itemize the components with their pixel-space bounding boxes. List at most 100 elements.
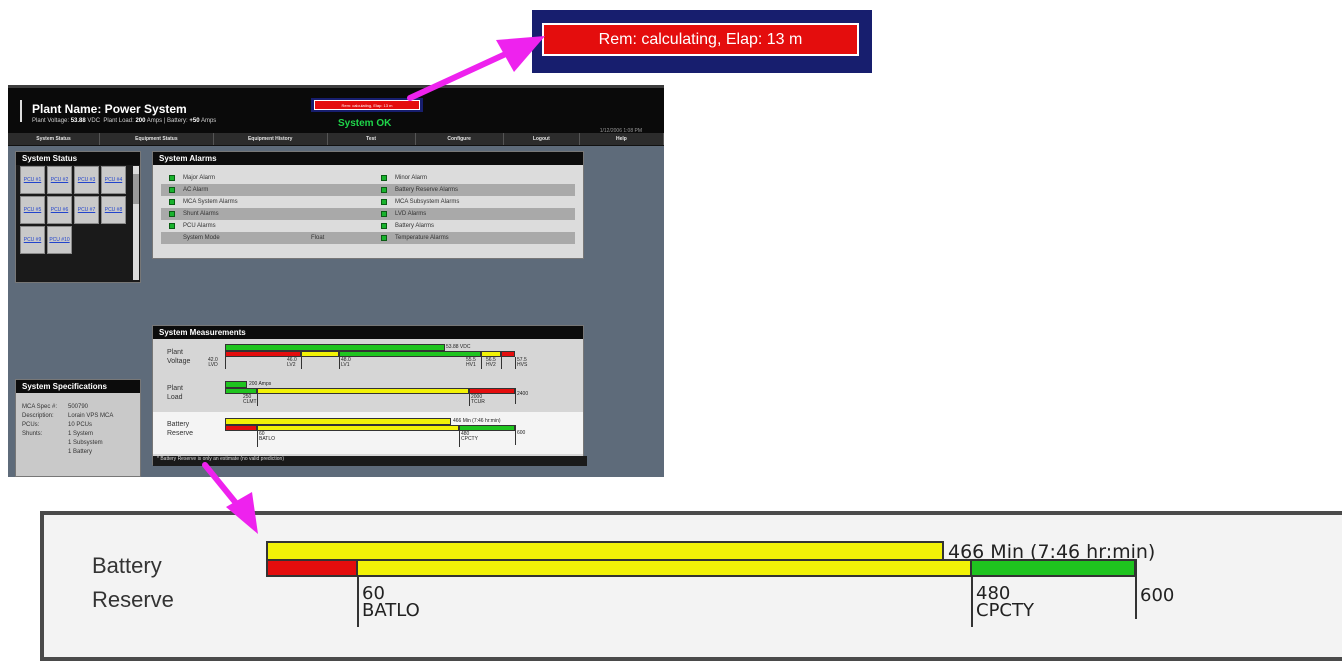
zoom-battery-range-low bbox=[266, 559, 358, 577]
header-accent-bar bbox=[20, 100, 22, 122]
zoomed-alert-callout: Rem: calculating, Elap: 13 m bbox=[532, 10, 872, 73]
pcu-link[interactable]: PCU #8 bbox=[101, 196, 126, 224]
system-measurements-panel: System Measurements Plant Voltage 53.88 … bbox=[152, 325, 587, 466]
pcu-link[interactable]: PCU #2 bbox=[47, 166, 72, 194]
load-tick-label: 2400 bbox=[517, 391, 529, 397]
voltage-tick bbox=[481, 357, 482, 369]
alarm-led-icon bbox=[381, 187, 387, 193]
alarm-led-icon bbox=[169, 187, 175, 193]
voltage-tick-label: 42.0 LVD bbox=[208, 357, 218, 368]
pcu-link[interactable]: PCU #7 bbox=[74, 196, 99, 224]
zoom-tick-cpcty bbox=[971, 577, 973, 627]
battery-tick bbox=[515, 425, 516, 445]
alarm-row: System Mode Float Temperature Alarms bbox=[161, 232, 575, 244]
voltage-tick-label: 56.5 HV2 bbox=[486, 357, 496, 368]
header: Plant Name: Power System Plant Voltage: … bbox=[8, 85, 664, 134]
alarm-label[interactable]: Major Alarm bbox=[183, 175, 215, 181]
alarm-led-icon bbox=[169, 223, 175, 229]
pcu-link[interactable]: PCU #9 bbox=[20, 226, 45, 254]
system-status-panel: System Status PCU #1 PCU #2 PCU #3 PCU #… bbox=[15, 151, 141, 283]
pcu-link[interactable]: PCU #4 bbox=[101, 166, 126, 194]
voltage-tick bbox=[225, 357, 226, 369]
voltage-range-normal bbox=[339, 351, 481, 357]
pcu-link[interactable]: PCU #1 bbox=[20, 166, 45, 194]
pcu-link[interactable]: PCU #5 bbox=[20, 196, 45, 224]
voltage-label: Plant Voltage: bbox=[32, 118, 70, 124]
spec-value: 500790 bbox=[68, 404, 89, 410]
pcu-link[interactable]: PCU #10 bbox=[47, 226, 72, 254]
spec-value: 1 Battery bbox=[68, 449, 93, 455]
tab-test[interactable]: Test bbox=[328, 133, 416, 145]
tab-system-status[interactable]: System Status bbox=[8, 133, 101, 145]
load-row-label-line: Plant bbox=[167, 385, 183, 392]
voltage-tick bbox=[515, 357, 516, 369]
battery-value-text: 466 Min (7:46 hr:min) bbox=[453, 418, 501, 424]
alarm-label[interactable]: PCU Alarms bbox=[183, 223, 216, 229]
alarm-label[interactable]: MCA Subsystem Alarms bbox=[395, 199, 459, 205]
alarm-row: PCU Alarms Battery Alarms bbox=[161, 220, 575, 232]
voltage-range-caution bbox=[301, 351, 339, 357]
alarm-label[interactable]: Battery Alarms bbox=[395, 223, 434, 229]
alarm-label[interactable]: Shunt Alarms bbox=[183, 211, 219, 217]
zoom-battery-label: Battery bbox=[92, 553, 162, 578]
system-specifications-panel: System Specifications MCA Spec #: 500790… bbox=[15, 379, 141, 477]
system-alarms-panel: System Alarms Major Alarm Minor Alarm AC… bbox=[152, 151, 584, 259]
scrollbar-thumb[interactable] bbox=[133, 174, 139, 204]
alarm-row: Shunt Alarms LVD Alarms bbox=[161, 208, 575, 220]
load-value-text: 200 Amps bbox=[249, 381, 272, 387]
alarm-led-icon bbox=[169, 199, 175, 205]
spec-key: MCA Spec #: bbox=[22, 404, 58, 410]
spec-key: Shunts: bbox=[22, 431, 43, 437]
voltage-tick-label: 48.0 LV1 bbox=[341, 357, 351, 368]
zoom-tick-max-value: 600 bbox=[1140, 585, 1175, 606]
load-range-normal bbox=[257, 388, 469, 394]
voltage-row-label-line: Plant bbox=[167, 349, 183, 356]
voltage-value-bar bbox=[225, 344, 445, 351]
zoomed-alert-text: Rem: calculating, Elap: 13 m bbox=[542, 23, 859, 56]
load-value: 200 bbox=[135, 118, 146, 124]
power-system-screenshot: Plant Name: Power System Plant Voltage: … bbox=[8, 85, 664, 477]
load-tick bbox=[469, 394, 470, 406]
pcu-scrollbar[interactable] bbox=[133, 166, 139, 280]
system-mode-value: Float bbox=[311, 235, 325, 241]
tab-equipment-history[interactable]: Equipment History bbox=[214, 133, 328, 145]
zoomed-battery-reserve: Battery Reserve 466 Min (7:46 hr:min) 60… bbox=[44, 515, 1342, 657]
alarm-led-icon bbox=[381, 211, 387, 217]
alarm-led-icon bbox=[381, 199, 387, 205]
alarm-led-icon bbox=[169, 175, 175, 181]
load-tick-label: 2000 TCUR bbox=[471, 394, 485, 405]
load-row-label: Plant Load bbox=[167, 384, 183, 402]
tab-configure[interactable]: Configure bbox=[416, 133, 504, 145]
tab-help[interactable]: Help bbox=[580, 133, 664, 145]
pcu-link[interactable]: PCU #3 bbox=[74, 166, 99, 194]
spec-value: Lorain VPS MCA bbox=[68, 413, 114, 419]
plant-summary: Plant Voltage: 53.88 VDC Plant Load: 200… bbox=[32, 118, 217, 124]
battery-unit: Amps bbox=[200, 118, 217, 124]
alarm-label[interactable]: Temperature Alarms bbox=[395, 235, 449, 241]
zoom-battery-value-bar bbox=[266, 541, 944, 561]
alarm-label[interactable]: Minor Alarm bbox=[395, 175, 427, 181]
voltage-value: 53.88 bbox=[70, 118, 86, 124]
alarm-label[interactable]: LVD Alarms bbox=[395, 211, 426, 217]
alarm-label[interactable]: Battery Reserve Alarms bbox=[395, 187, 458, 193]
pcu-link[interactable]: PCU #6 bbox=[47, 196, 72, 224]
tab-equipment-status[interactable]: Equipment Status bbox=[100, 133, 214, 145]
main-nav: System Status Equipment Status Equipment… bbox=[8, 133, 664, 146]
voltage-tick-label: 57.5 HVS bbox=[517, 357, 528, 368]
alarm-label[interactable]: AC Alarm bbox=[183, 187, 208, 193]
zoom-battery-range-normal bbox=[356, 559, 972, 577]
alarm-label[interactable]: MCA System Alarms bbox=[183, 199, 238, 205]
load-unit: Amps bbox=[146, 118, 163, 124]
alert-text: Rem: calculating, Elap: 13 m bbox=[314, 100, 420, 110]
tab-logout[interactable]: Logout bbox=[504, 133, 580, 145]
alarm-led-icon bbox=[381, 175, 387, 181]
spec-value: 1 Subsystem bbox=[68, 440, 103, 446]
battery-row-label-line: Reserve bbox=[167, 430, 194, 437]
zoom-tick-max bbox=[1135, 559, 1137, 619]
voltage-row-label-line: Voltage bbox=[167, 358, 191, 365]
battery-tick-label: 480 CPCTY bbox=[461, 431, 478, 442]
system-measurements-title: System Measurements bbox=[153, 326, 583, 339]
battery-footnote: * Battery Reserve is only an estimate (n… bbox=[153, 456, 587, 466]
load-tick bbox=[257, 394, 258, 406]
load-range-low bbox=[225, 388, 257, 394]
